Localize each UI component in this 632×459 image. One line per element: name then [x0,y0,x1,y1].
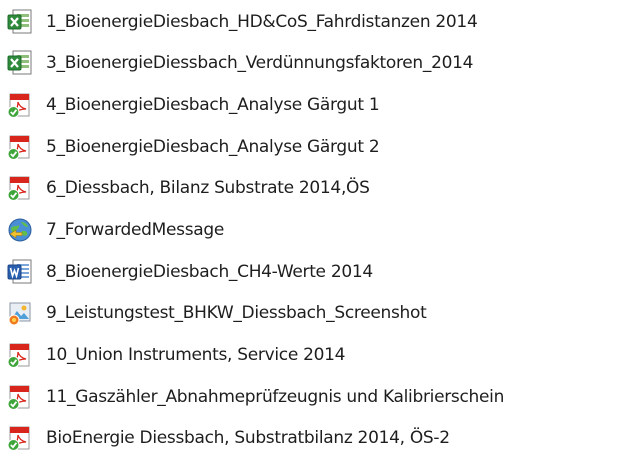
word-file-icon [4,256,36,288]
pdf-file-icon [4,381,36,413]
file-item[interactable]: 5_BioenergieDiesbach_Analyse Gärgut 2 [4,128,380,166]
excel-file-icon [4,6,36,38]
file-name: 10_Union Instruments, Service 2014 [46,345,346,365]
file-name: 8_BioenergieDiesbach_CH4-Werte 2014 [46,262,373,282]
file-name: 7_ForwardedMessage [46,220,225,240]
file-name: 6_Diessbach, Bilanz Substrate 2014,ÖS [46,178,370,198]
file-item[interactable]: 10_Union Instruments, Service 2014 [4,336,345,374]
file-name: 9_Leistungstest_BHKW_Diessbach_Screensho… [46,303,427,323]
file-name: 4_BioenergieDiesbach_Analyse Gärgut 1 [46,95,380,115]
file-name: 5_BioenergieDiesbach_Analyse Gärgut 2 [46,137,380,157]
file-item[interactable]: 8_BioenergieDiesbach_CH4-Werte 2014 [4,253,373,291]
pdf-file-icon [4,339,36,371]
pdf-file-icon [4,131,36,163]
excel-file-icon [4,47,36,79]
pdf-file-icon [4,89,36,121]
file-item[interactable]: 7_ForwardedMessage [4,211,224,249]
file-name: BioEnergie Diessbach, Substratbilanz 201… [46,428,450,448]
file-item[interactable]: 11_Gaszähler_Abnahmeprüfzeugnis und Kali… [4,378,504,416]
file-item[interactable]: 3_BioenergieDiessbach_Verdünnungsfaktore… [4,44,473,82]
file-list: 1_BioenergieDiesbach_HD&CoS_Fahrdistanze… [0,0,632,459]
email-message-icon [4,214,36,246]
pdf-file-icon [4,422,36,454]
file-name: 1_BioenergieDiesbach_HD&CoS_Fahrdistanze… [46,12,478,32]
file-item[interactable]: 6_Diessbach, Bilanz Substrate 2014,ÖS [4,169,370,207]
file-name: 11_Gaszähler_Abnahmeprüfzeugnis und Kali… [46,387,505,407]
file-name: 3_BioenergieDiessbach_Verdünnungsfaktore… [46,53,474,73]
image-file-icon [4,297,36,329]
file-item[interactable]: 1_BioenergieDiesbach_HD&CoS_Fahrdistanze… [4,3,478,41]
pdf-file-icon [4,172,36,204]
file-item[interactable]: 4_BioenergieDiesbach_Analyse Gärgut 1 [4,86,380,124]
file-item[interactable]: 9_Leistungstest_BHKW_Diessbach_Screensho… [4,294,427,332]
file-item[interactable]: BioEnergie Diessbach, Substratbilanz 201… [4,419,450,457]
